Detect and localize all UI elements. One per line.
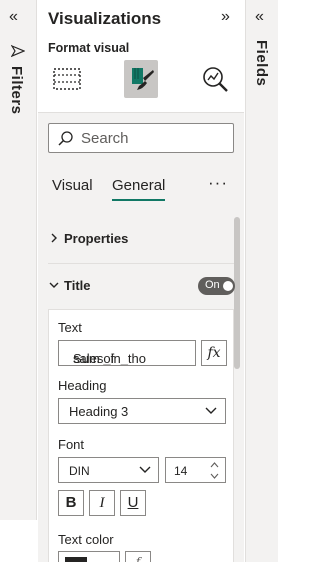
format-tabs: Visual General ··· xyxy=(38,173,244,205)
expand-fields-icon[interactable]: « xyxy=(255,8,264,26)
tab-general[interactable]: General xyxy=(112,177,166,201)
build-visual-button[interactable] xyxy=(50,60,84,98)
expand-pane-icon[interactable]: » xyxy=(221,8,230,26)
chevron-down-icon xyxy=(205,407,217,414)
heading-value: Heading 3 xyxy=(69,404,129,419)
analytics-magnifier-icon xyxy=(203,67,228,92)
tab-visual[interactable]: Visual xyxy=(52,177,93,194)
color-swatch-fill xyxy=(65,557,87,562)
format-toolbar xyxy=(38,60,244,100)
fields-pane-label[interactable]: Fields xyxy=(253,40,270,86)
font-label: Font xyxy=(58,437,85,452)
bold-button[interactable]: B xyxy=(58,490,84,516)
toggle-knob xyxy=(223,281,233,291)
italic-button[interactable]: I xyxy=(89,490,115,516)
heading-select[interactable]: Heading 3 xyxy=(58,398,226,424)
pane-title: Visualizations xyxy=(48,9,162,28)
font-family-value: DIN xyxy=(69,464,90,478)
chevron-down-icon[interactable] xyxy=(210,472,219,480)
chevron-up-icon[interactable] xyxy=(210,461,219,469)
toggle-label: On xyxy=(205,279,220,291)
font-size-value: 14 xyxy=(174,464,188,478)
chevron-down-icon xyxy=(49,282,59,288)
title-text-field[interactable]: Sum of sales_in_tho xyxy=(58,340,196,366)
filters-pane-label[interactable]: Filters xyxy=(8,66,25,115)
table-build-icon xyxy=(53,68,81,90)
format-panel: Search Visual General ··· Properties Tit… xyxy=(38,112,244,562)
more-options-icon[interactable]: ··· xyxy=(208,173,228,193)
panel-scrollbar[interactable] xyxy=(234,217,240,369)
section-properties[interactable]: Properties xyxy=(48,231,234,246)
font-family-select[interactable]: DIN xyxy=(58,457,159,483)
pane-subtitle: Format visual xyxy=(48,41,130,55)
fields-pane[interactable]: « Fields xyxy=(245,0,278,562)
section-divider xyxy=(48,263,234,264)
format-paintbrush-icon xyxy=(132,68,154,90)
visualizations-pane: Visualizations » Format visual Search Vi… xyxy=(38,0,244,562)
conditional-format-button[interactable]: fx xyxy=(201,340,227,366)
section-title-label: Title xyxy=(64,278,91,293)
collapse-filters-icon[interactable]: « xyxy=(9,8,18,26)
search-placeholder: Search xyxy=(81,130,129,147)
title-toggle[interactable]: On xyxy=(198,277,235,295)
title-text-misspelled: sales_in_tho xyxy=(73,351,146,366)
text-color-picker[interactable] xyxy=(58,551,120,562)
format-visual-button[interactable] xyxy=(124,60,158,98)
heading-label: Heading xyxy=(58,378,107,393)
section-properties-label: Properties xyxy=(64,231,129,246)
title-settings-card: Text Sum of sales_in_tho fx Heading Head… xyxy=(48,309,234,562)
analytics-button[interactable] xyxy=(198,60,232,98)
text-color-label: Text color xyxy=(58,532,114,547)
search-icon xyxy=(58,131,73,146)
font-size-stepper[interactable]: 14 xyxy=(165,457,226,483)
text-label: Text xyxy=(58,320,82,335)
chevron-down-icon xyxy=(139,466,151,473)
filter-icon xyxy=(10,44,26,63)
filters-pane[interactable]: « Filters xyxy=(0,0,37,520)
text-color-fx-button[interactable]: ƒ xyxy=(125,551,151,562)
chevron-right-icon xyxy=(51,233,57,243)
underline-button[interactable]: U xyxy=(120,490,146,516)
search-input[interactable]: Search xyxy=(48,123,234,153)
